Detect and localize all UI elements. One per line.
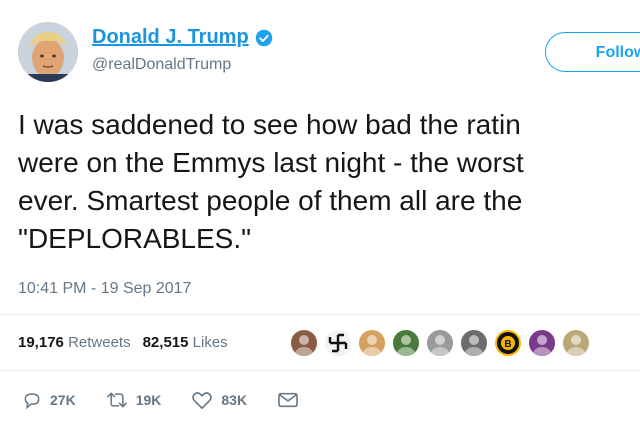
tweet-text: I was saddened to see how bad the ratin … bbox=[18, 106, 640, 258]
stats-top-divider bbox=[0, 314, 640, 315]
retweet-button[interactable]: 19K bbox=[106, 390, 162, 410]
reply-icon bbox=[24, 393, 40, 410]
retweets-stat[interactable]: 19,176 Retweets bbox=[18, 334, 131, 351]
like-button[interactable]: 83K bbox=[191, 390, 247, 410]
envelope-icon bbox=[278, 392, 298, 408]
likes-stat[interactable]: 82,515 Likes bbox=[143, 334, 228, 351]
profile-avatar[interactable] bbox=[357, 328, 387, 358]
author-handle[interactable]: @realDonaldTrump bbox=[92, 56, 231, 74]
engagement-stats: 19,176 Retweets 82,515 Likes bbox=[18, 334, 228, 351]
retweet-count: 19K bbox=[135, 392, 162, 408]
tweet-text-line: I was saddened to see how bad the ratin bbox=[18, 109, 521, 140]
profile-avatar[interactable] bbox=[425, 328, 455, 358]
author-photo-icon bbox=[18, 22, 78, 82]
bruins-logo-avatar[interactable]: B bbox=[493, 328, 523, 358]
verified-badge-icon bbox=[255, 29, 272, 46]
swastika-avatar[interactable] bbox=[323, 328, 353, 358]
profile-avatar[interactable] bbox=[527, 328, 557, 358]
follow-button[interactable]: Follow bbox=[545, 32, 640, 72]
direct-message-button[interactable] bbox=[277, 391, 307, 409]
likes-label: Likes bbox=[192, 334, 228, 351]
profile-avatar[interactable] bbox=[289, 328, 319, 358]
reply-count: 27K bbox=[50, 392, 76, 408]
profile-avatar[interactable] bbox=[459, 328, 489, 358]
author-avatar[interactable] bbox=[18, 22, 78, 82]
liker-avatars: B bbox=[289, 328, 595, 358]
reply-button[interactable]: 27K bbox=[22, 390, 76, 410]
stats-bottom-divider bbox=[0, 370, 640, 371]
retweets-label: Retweets bbox=[68, 334, 131, 351]
tweet-timestamp[interactable]: 10:41 PM - 19 Sep 2017 bbox=[18, 280, 191, 298]
author-name-row: Donald J. Trump bbox=[92, 26, 273, 49]
tweet-text-line: "DEPLORABLES." bbox=[18, 223, 252, 254]
retweets-count: 19,176 bbox=[18, 334, 64, 351]
tweet-text-line: ever. Smartest people of them all are th… bbox=[18, 185, 523, 216]
heart-icon bbox=[192, 392, 213, 409]
profile-avatar[interactable] bbox=[561, 328, 591, 358]
tweet-text-line: were on the Emmys last night - the worst bbox=[18, 147, 524, 178]
retweet-icon bbox=[106, 392, 127, 408]
tweet-actions: 27K 19K 83K bbox=[22, 390, 337, 410]
author-name[interactable]: Donald J. Trump bbox=[92, 26, 249, 49]
likes-count: 82,515 bbox=[142, 334, 189, 351]
svg-text:B: B bbox=[504, 339, 511, 350]
like-count: 83K bbox=[221, 392, 248, 408]
profile-avatar[interactable] bbox=[391, 328, 421, 358]
